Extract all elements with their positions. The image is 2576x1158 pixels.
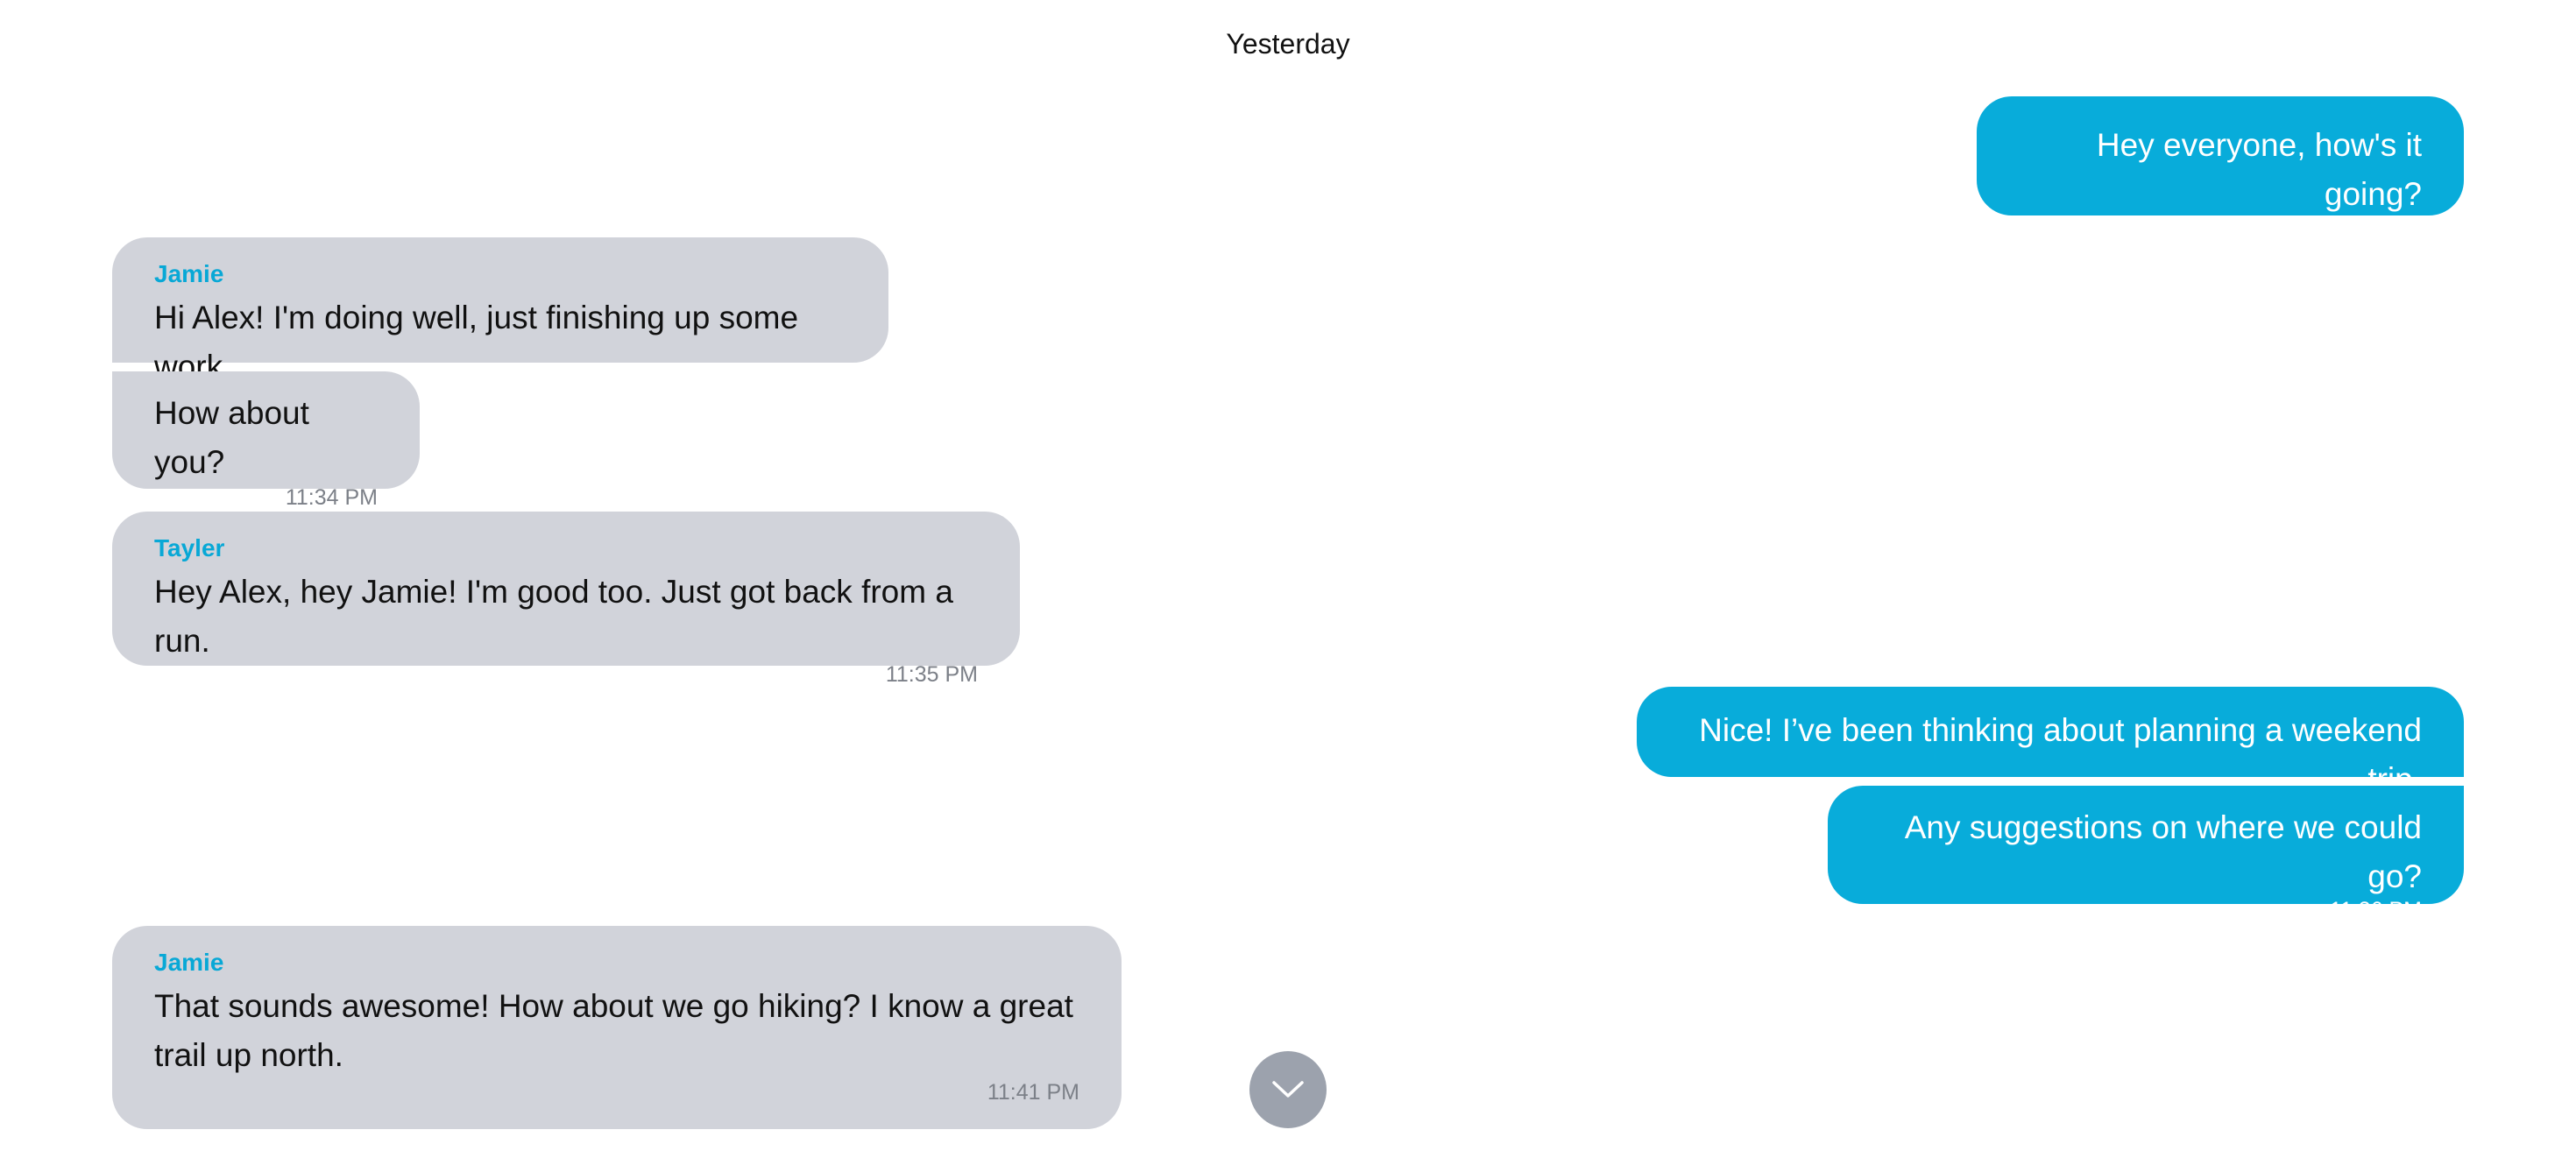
- message-text: Any suggestions on where we could go?: [1904, 809, 2422, 894]
- message-bubble-incoming[interactable]: Jamie That sounds awesome! How about we …: [112, 926, 1122, 1129]
- message-text: Hey everyone, how's it going?: [2096, 127, 2422, 212]
- message-bubble-incoming[interactable]: Jamie Hi Alex! I'm doing well, just fini…: [112, 237, 888, 385]
- message-bubble-outgoing[interactable]: Hey everyone, how's it going? 11:33 PM: [1977, 96, 2464, 240]
- date-separator: Yesterday: [1226, 28, 1350, 60]
- message-time: 11:35 PM: [885, 662, 978, 687]
- message-bubble-outgoing[interactable]: Any suggestions on where we could go? 11…: [1828, 786, 2464, 922]
- chat-thread[interactable]: Yesterday Hey everyone, how's it going? …: [0, 0, 2576, 1158]
- message-bubble-incoming[interactable]: Tayler Hey Alex, hey Jamie! I'm good too…: [112, 512, 1020, 687]
- message-time: 11:36 PM: [2329, 898, 2422, 922]
- message-text: That sounds awesome! How about we go hik…: [154, 988, 1073, 1073]
- scroll-to-bottom-button[interactable]: [1249, 1051, 1327, 1128]
- chevron-down-icon: [1272, 1081, 1304, 1098]
- sender-name: Jamie: [154, 260, 224, 287]
- message-time: 11:41 PM: [987, 1080, 1079, 1105]
- sender-name: Tayler: [154, 534, 225, 561]
- message-time: 11:33 PM: [2329, 215, 2422, 240]
- message-time: 11:34 PM: [285, 485, 378, 510]
- message-bubble-incoming[interactable]: How about you? 11:34 PM: [112, 371, 420, 510]
- message-text: How about you?: [154, 395, 309, 480]
- message-bubble-outgoing[interactable]: Nice! I’ve been thinking about planning …: [1637, 687, 2464, 797]
- sender-name: Jamie: [154, 949, 224, 976]
- message-text: Hey Alex, hey Jamie! I'm good too. Just …: [154, 574, 953, 659]
